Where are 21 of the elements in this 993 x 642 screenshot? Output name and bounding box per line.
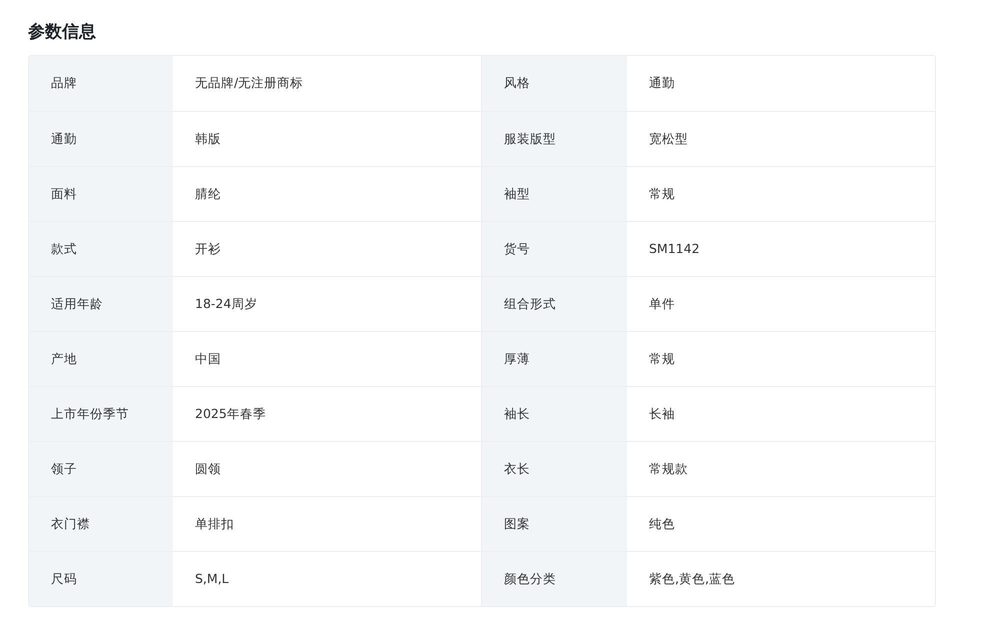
parameter-label: 风格	[482, 56, 627, 111]
parameter-label: 款式	[29, 222, 173, 276]
parameter-label: 通勤	[29, 112, 173, 166]
parameter-label: 品牌	[29, 56, 173, 111]
parameter-label: 货号	[482, 222, 627, 276]
parameter-label: 组合形式	[482, 277, 627, 331]
parameter-label: 袖型	[482, 167, 627, 221]
section-title: 参数信息	[28, 21, 97, 44]
parameter-label: 上市年份季节	[29, 387, 173, 441]
parameter-label: 衣门襟	[29, 497, 173, 551]
parameter-label: 领子	[29, 442, 173, 496]
parameter-label: 衣长	[482, 442, 627, 496]
parameter-label: 服装版型	[482, 112, 627, 166]
parameter-label: 适用年龄	[29, 277, 173, 331]
parameter-label: 产地	[29, 332, 173, 386]
parameter-label: 颜色分类	[482, 552, 627, 606]
parameter-label: 尺码	[29, 552, 173, 606]
parameter-label: 图案	[482, 497, 627, 551]
parameter-label: 袖长	[482, 387, 627, 441]
parameter-label: 厚薄	[482, 332, 627, 386]
parameter-label: 面料	[29, 167, 173, 221]
